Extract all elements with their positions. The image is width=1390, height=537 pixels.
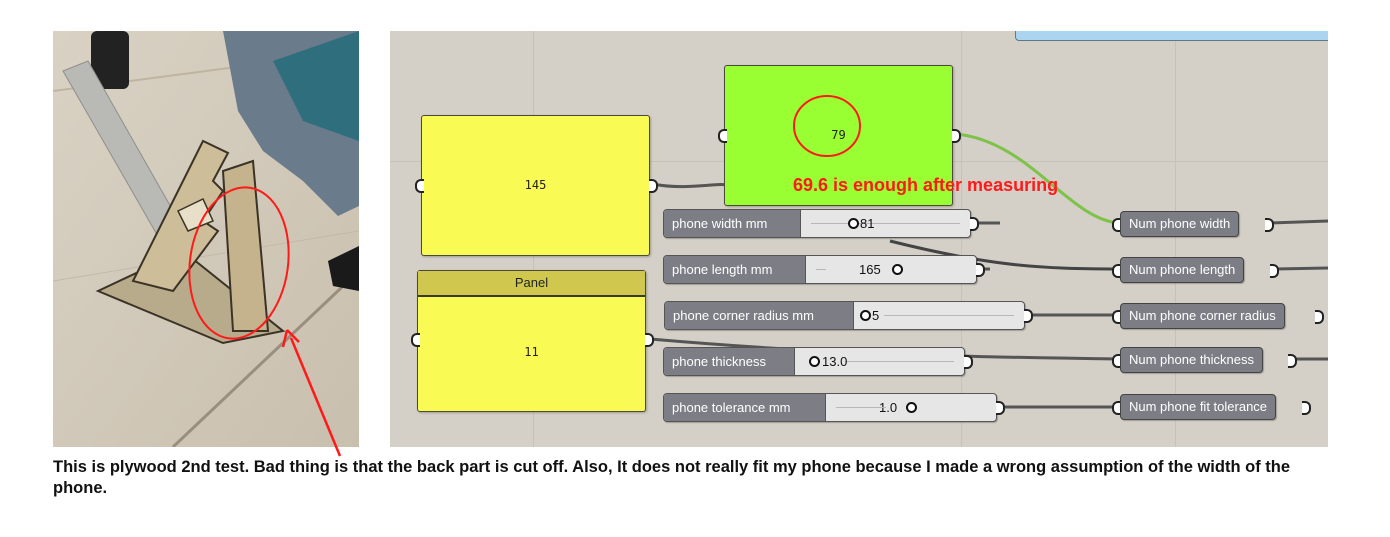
plywood-phone-stand-photo-icon [53,31,359,447]
panel-thickness[interactable]: Panel 11 [417,270,646,412]
slider-label: phone width mm [664,210,801,237]
panel-value: 11 [524,345,539,359]
slider-label: phone corner radius mm [665,302,854,329]
input-grip-icon[interactable] [718,129,727,143]
slider-ticks [845,361,954,362]
num-phone-fit-tolerance[interactable]: Num phone fit tolerance [1120,394,1277,420]
measurement-annotation: 69.6 is enough after measuring [793,175,1059,195]
slider-ticks [836,407,886,408]
caption-text: This is plywood 2nd test. Bad thing is t… [53,458,1291,497]
slider-ticks [811,223,960,224]
slider-value: 165 [859,262,881,277]
slider-label: phone thickness [664,348,795,375]
slider-track[interactable]: 1.0 [826,394,996,421]
slider-track[interactable]: 5 [854,302,1024,329]
num-phone-corner-radius[interactable]: Num phone corner radius [1120,303,1285,329]
slider-phone-length[interactable]: phone length mm 165 [663,255,977,284]
slider-value: 5 [872,308,880,323]
slider-track[interactable]: 13.0 [795,348,964,375]
slider-ticks [884,315,1014,316]
slider-knob-icon[interactable] [860,310,871,321]
slider-knob-icon[interactable] [848,218,859,229]
slider-phone-width[interactable]: phone width mm 81 [663,209,971,238]
plywood-test-photo [53,31,359,447]
slider-label: phone length mm [664,256,806,283]
num-phone-width[interactable]: Num phone width [1120,211,1240,237]
num-phone-length[interactable]: Num phone length [1120,257,1245,283]
slider-phone-thickness[interactable]: phone thickness 13.0 [663,347,965,376]
slider-phone-tolerance[interactable]: phone tolerance mm 1.0 [663,393,997,422]
slider-knob-icon[interactable] [892,264,903,275]
slider-track[interactable]: 81 [801,210,970,237]
slider-value: 81 [860,216,875,231]
slider-track[interactable]: 165 [806,256,976,283]
input-grip-icon[interactable] [411,333,420,347]
panel-value: 145 [524,178,547,192]
slider-value: 13.0 [822,354,848,369]
slider-label: phone tolerance mm [664,394,826,421]
slider-knob-icon[interactable] [809,356,820,367]
slider-ticks [816,269,826,270]
panel-title: Panel [418,271,645,297]
grasshopper-canvas[interactable]: 145 79 Panel 11 phone width mm 81 phone … [390,31,1328,447]
slider-knob-icon[interactable] [906,402,917,413]
panel-value: 79 [831,128,846,142]
input-grip-icon[interactable] [415,179,424,193]
panel-value-145[interactable]: 145 [421,115,650,256]
slider-phone-corner-radius[interactable]: phone corner radius mm 5 [664,301,1025,330]
num-phone-thickness[interactable]: Num phone thickness [1120,347,1264,373]
